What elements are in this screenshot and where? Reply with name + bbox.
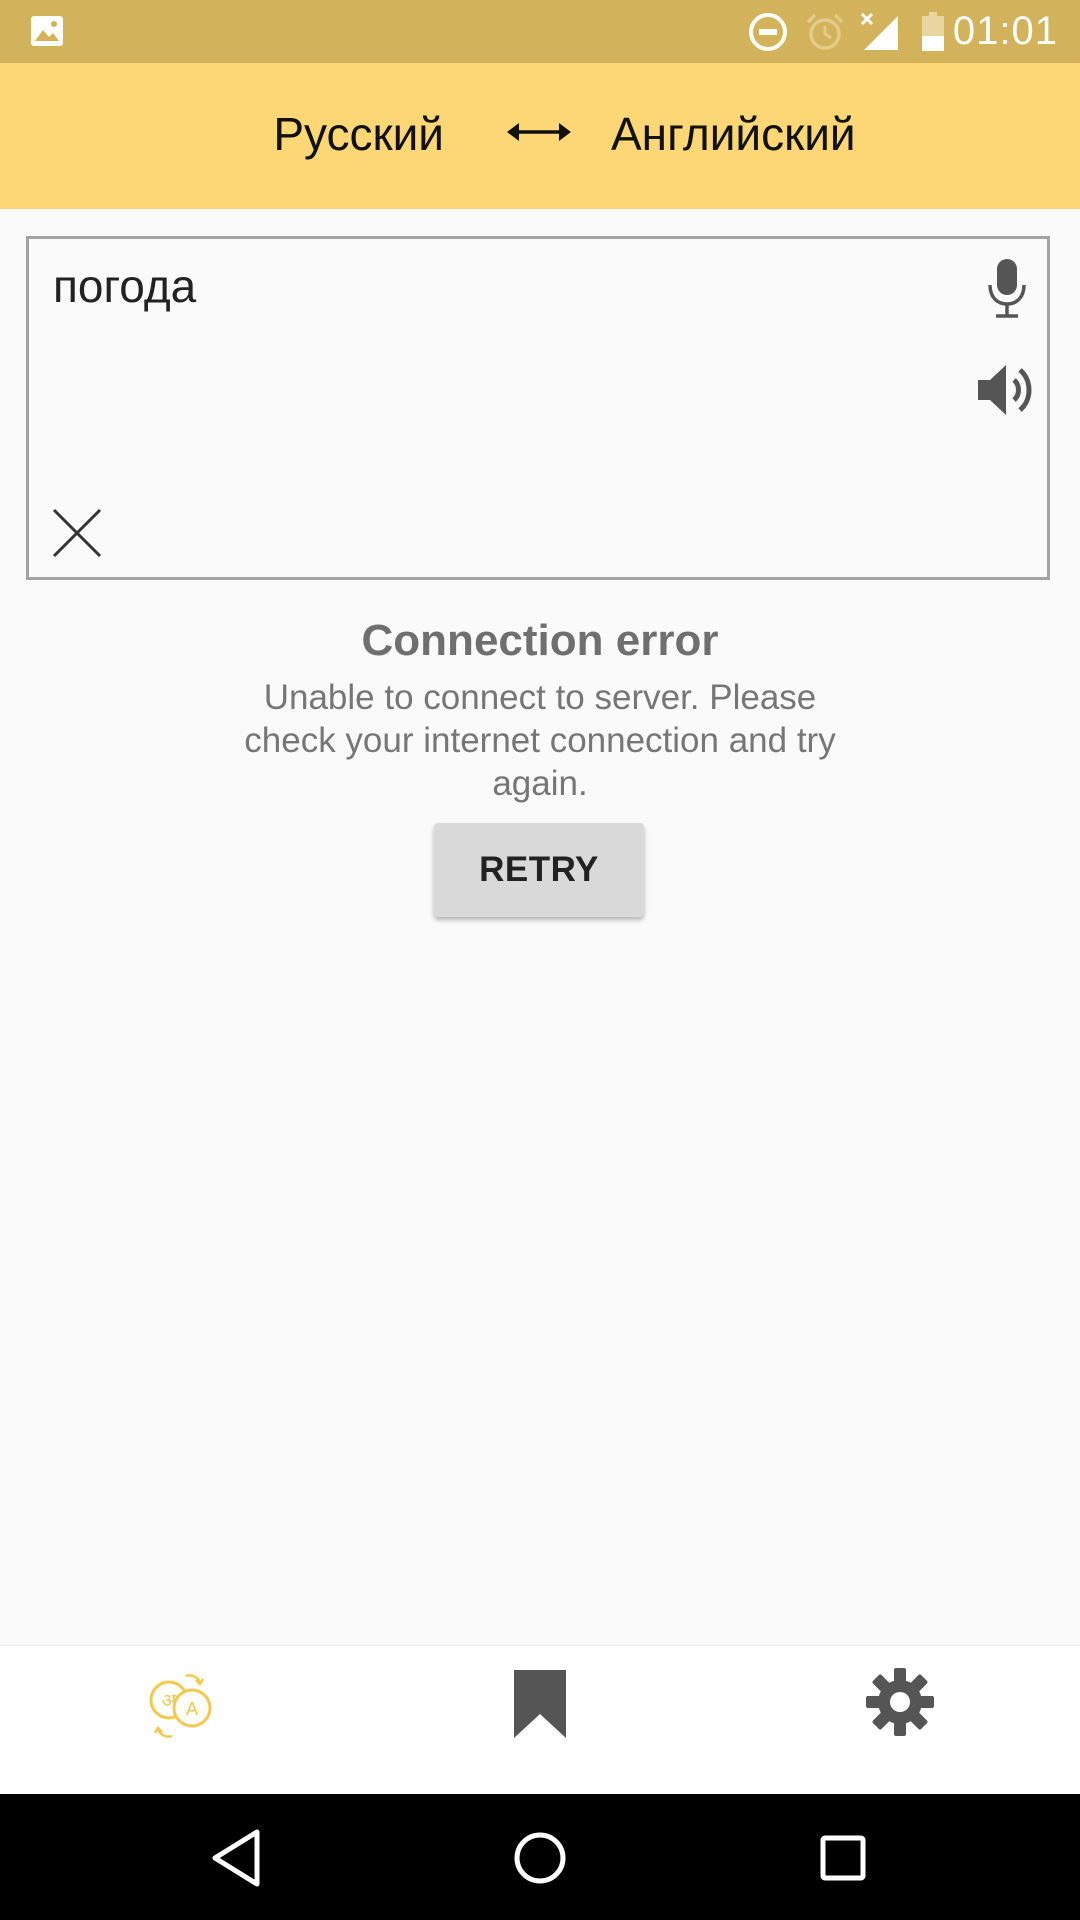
gallery-notification-icon	[31, 16, 63, 46]
do-not-disturb-icon	[749, 13, 787, 51]
system-navigation-bar	[0, 1794, 1080, 1920]
target-language-button[interactable]: Английский	[611, 107, 856, 161]
close-icon[interactable]	[51, 507, 103, 559]
tab-bookmarks[interactable]	[360, 1646, 720, 1795]
input-card: погода	[26, 236, 1050, 580]
retry-button[interactable]: RETRY	[434, 823, 644, 917]
back-icon[interactable]	[195, 1816, 279, 1900]
language-bar: Русский Английский	[0, 63, 1080, 209]
bottom-tab-bar: अ A	[0, 1645, 1080, 1795]
speaker-icon[interactable]	[974, 360, 1038, 420]
error-message: Unable to connect to server. Please chec…	[244, 678, 836, 803]
status-time: 01:01	[952, 9, 1058, 53]
microphone-icon[interactable]	[983, 257, 1031, 321]
source-language-button[interactable]: Русский	[273, 107, 444, 161]
tab-translate[interactable]: अ A	[0, 1646, 360, 1795]
screen: 01:01 Русский Английский погода Connecti…	[0, 0, 1080, 1920]
swap-languages-icon[interactable]	[505, 117, 573, 147]
home-icon[interactable]	[498, 1816, 582, 1900]
bookmark-icon	[514, 1670, 566, 1738]
status-bar: 01:01	[0, 0, 1080, 63]
translate-icon: अ A	[149, 1674, 212, 1738]
signal-icon	[860, 12, 898, 50]
input-field[interactable]: погода	[53, 259, 196, 313]
error-title: Connection error	[361, 616, 719, 665]
gear-icon	[866, 1668, 934, 1736]
battery-icon	[922, 12, 944, 51]
tab-settings[interactable]	[720, 1646, 1080, 1795]
svg-text:A: A	[186, 1699, 199, 1720]
recents-icon[interactable]	[801, 1816, 885, 1900]
alarm-icon	[806, 13, 844, 50]
